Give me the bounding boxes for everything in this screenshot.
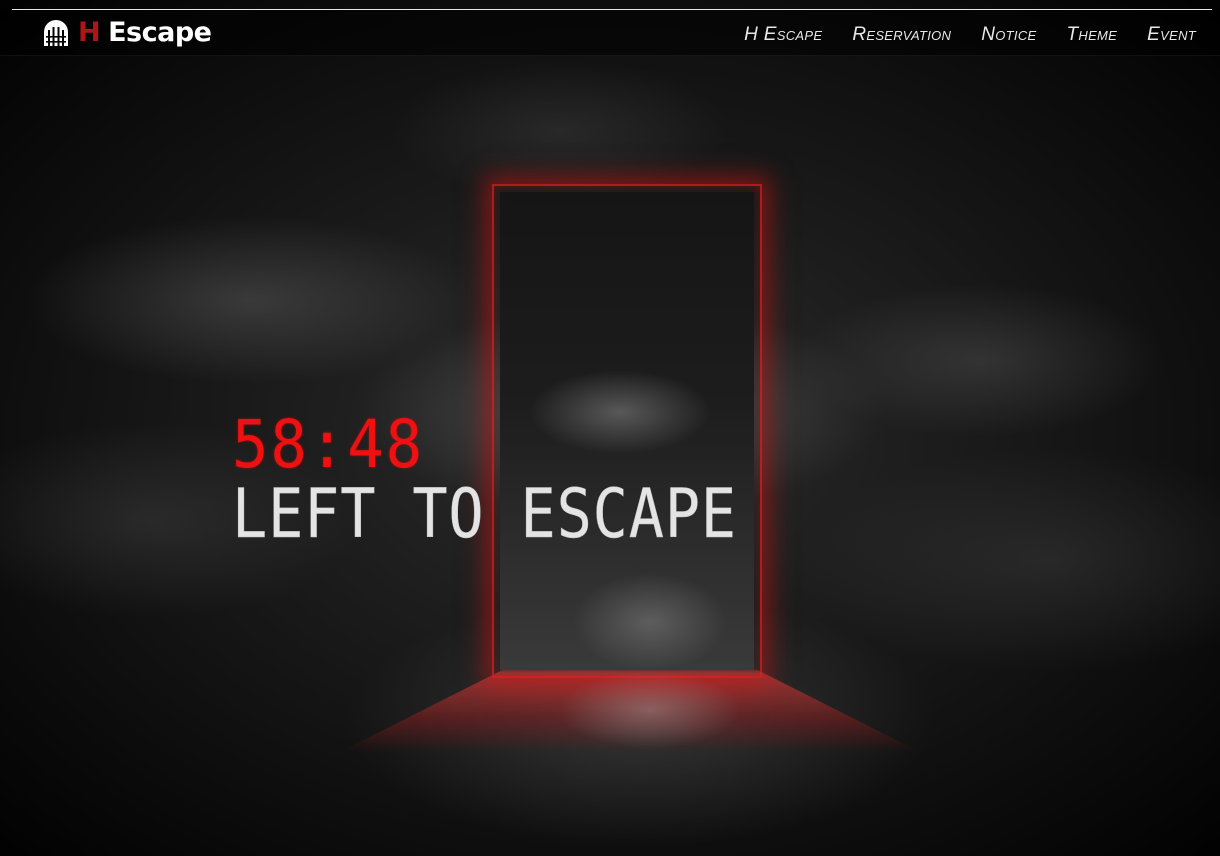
nav-item-reservation[interactable]: Reservation — [852, 24, 951, 46]
brand-prefix: H — [78, 17, 101, 48]
main-nav: H Escape Reservation Notice Theme Event — [744, 24, 1196, 46]
nav-item-event[interactable]: Event — [1147, 24, 1196, 46]
brand-name: H Escape — [78, 18, 212, 48]
brand-title: Escape — [108, 17, 212, 48]
nav-item-h-escape[interactable]: H Escape — [744, 24, 822, 46]
hero-tagline: LEFT TO ESCAPE — [232, 475, 737, 554]
page: H Escape H Escape Reservation Notice Them… — [0, 0, 1220, 856]
countdown-timer: 58:48 — [232, 406, 424, 483]
floor-fog — [520, 660, 780, 770]
gate-icon — [44, 20, 68, 46]
nav-item-notice[interactable]: Notice — [981, 24, 1036, 46]
logo-link[interactable]: H Escape — [42, 18, 212, 48]
nav-item-theme[interactable]: Theme — [1066, 24, 1117, 46]
door-fog — [500, 192, 754, 670]
